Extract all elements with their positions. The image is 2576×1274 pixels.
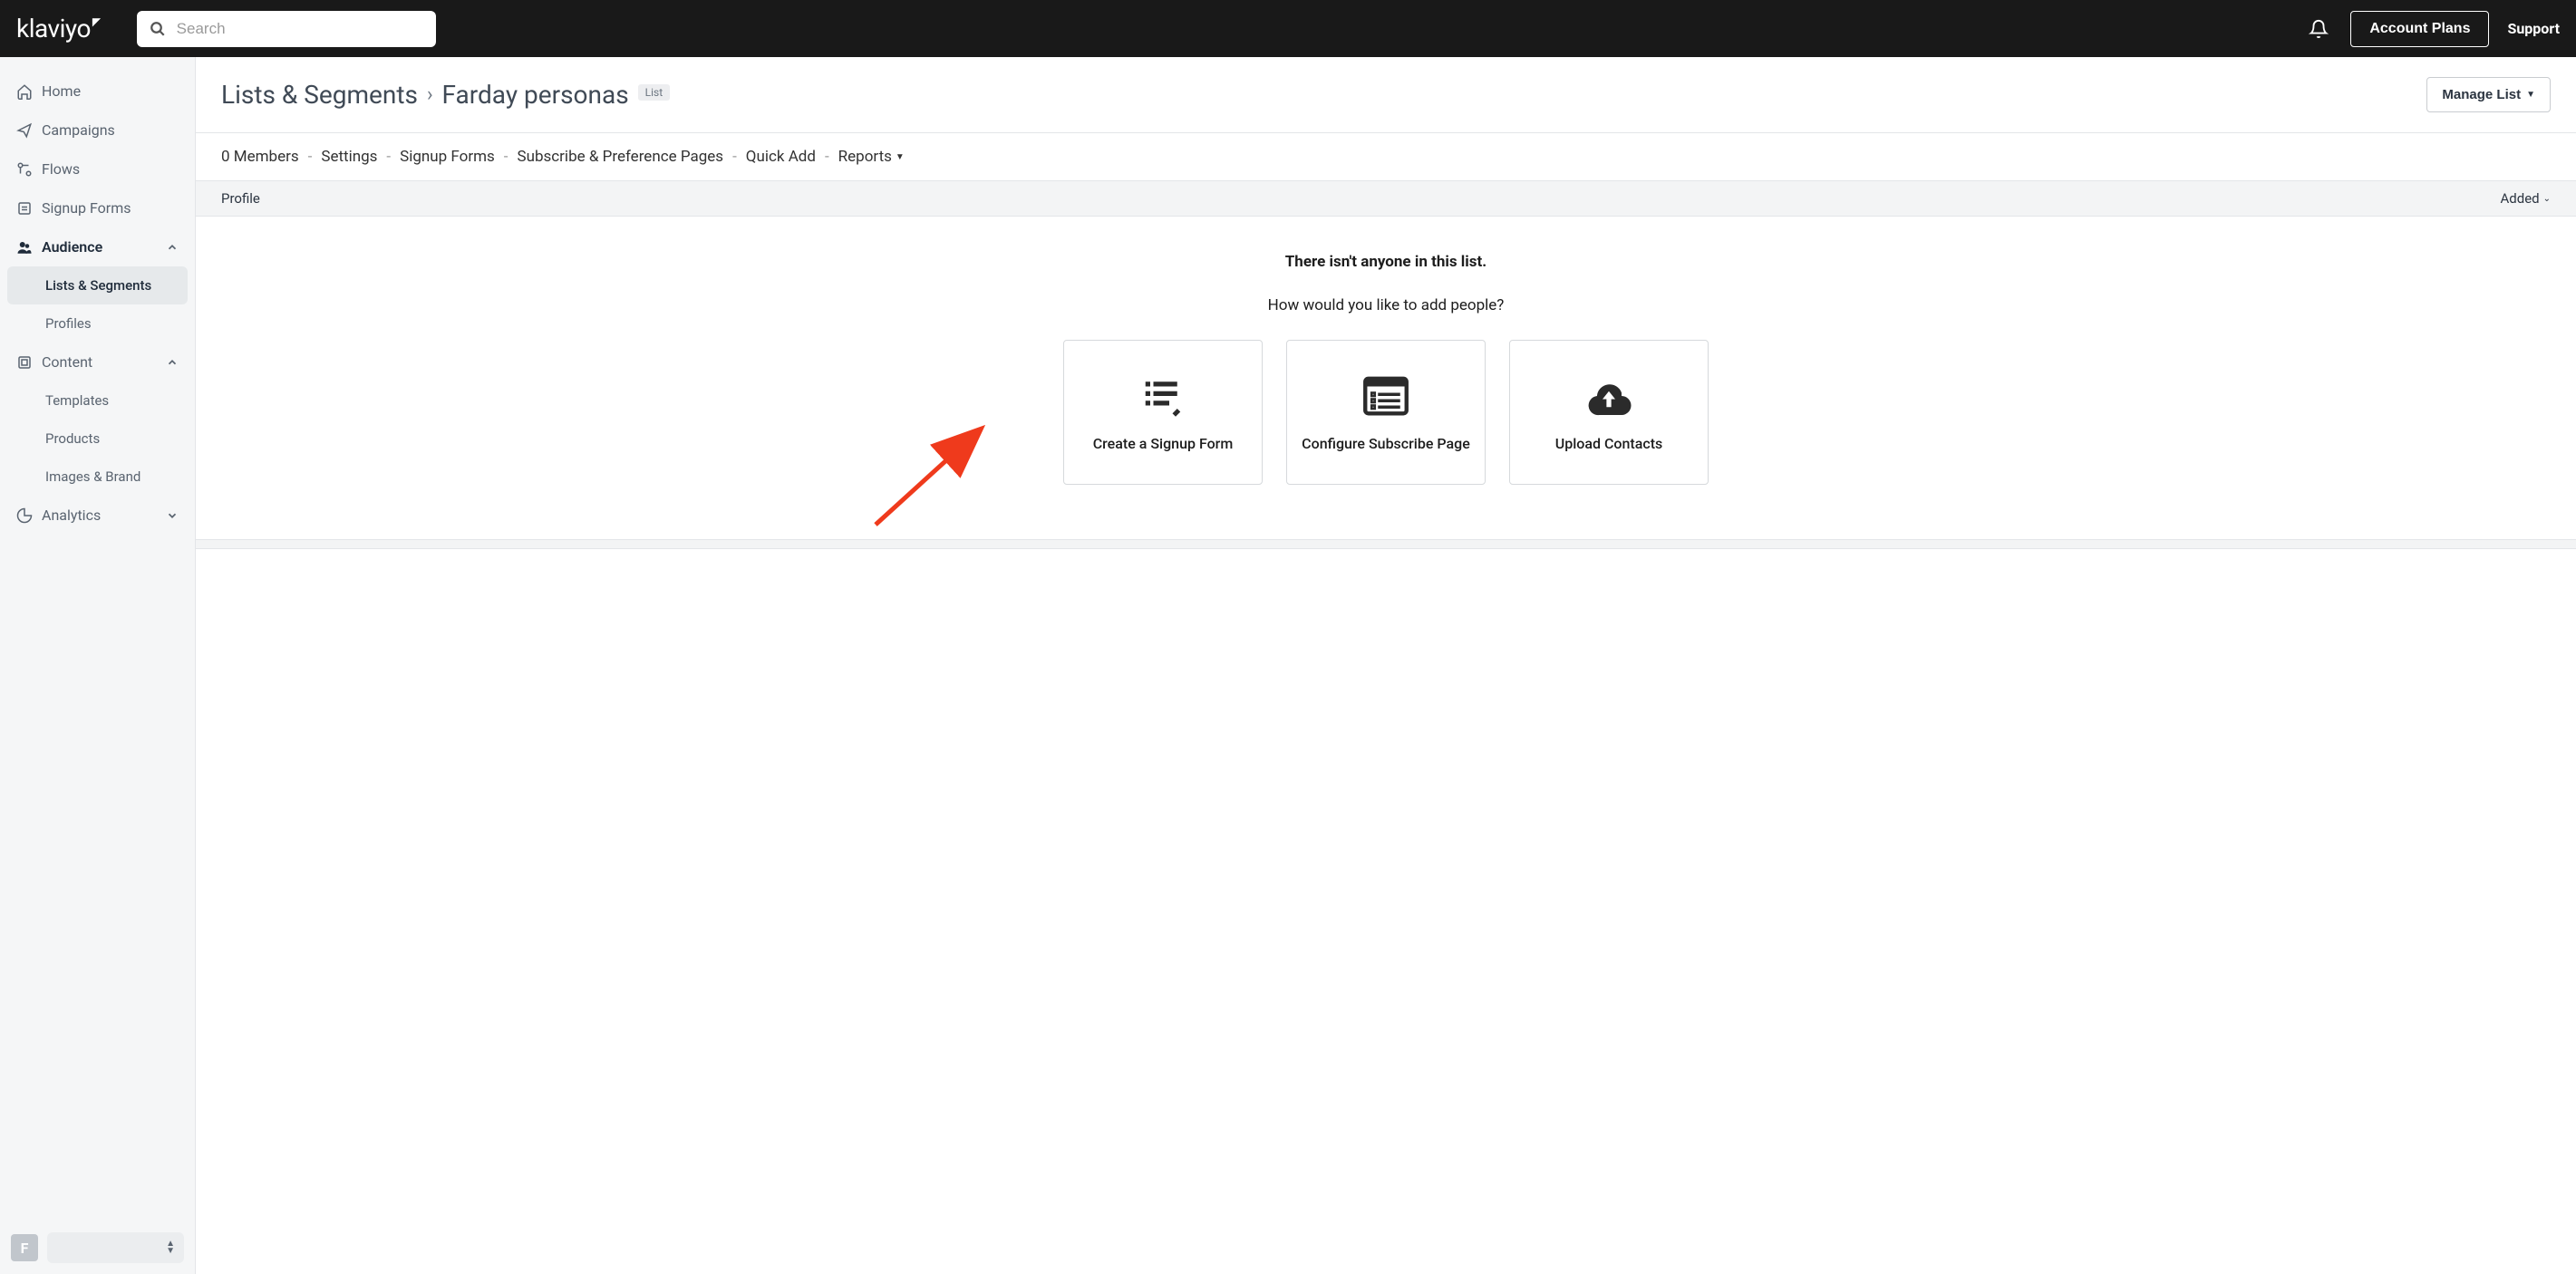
tab-settings[interactable]: Settings [321,148,377,166]
empty-subtitle: How would you like to add people? [196,296,2576,314]
sidebar-item-label: Flows [42,160,80,178]
content-icon [16,354,42,371]
card-create-signup-form[interactable]: Create a Signup Form [1063,340,1263,485]
search-input[interactable] [177,20,423,38]
empty-state: There isn't anyone in this list. How wou… [196,217,2576,540]
breadcrumb: Lists & Segments › Farday personas List [221,80,670,110]
sidebar-item-label: Home [42,82,81,100]
account-picker[interactable]: ▲▼ [47,1232,184,1263]
empty-title: There isn't anyone in this list. [196,253,2576,271]
chevron-down-icon [166,509,179,522]
analytics-icon [16,507,42,524]
section-divider [196,540,2576,549]
manage-list-label: Manage List [2442,87,2521,102]
sidebar-item-label: Audience [42,238,102,256]
search-icon [150,21,166,37]
manage-list-button[interactable]: Manage List ▼ [2426,77,2551,112]
tab-signup-forms[interactable]: Signup Forms [400,148,495,166]
sort-icon: ▲▼ [166,1240,175,1255]
home-icon [16,83,42,100]
support-link[interactable]: Support [2507,20,2560,37]
card-label: Configure Subscribe Page [1302,435,1470,452]
card-label: Upload Contacts [1555,435,1663,452]
breadcrumb-current: Farday personas [442,80,629,110]
chevron-up-icon [166,241,179,254]
column-added-label: Added [2500,190,2539,207]
chevron-up-icon [166,356,179,369]
account-plans-button[interactable]: Account Plans [2350,11,2489,47]
sidebar-item-flows[interactable]: Flows [0,150,195,188]
sidebar-item-audience[interactable]: Audience [0,227,195,266]
sidebar-subitem-products[interactable]: Products [0,420,195,458]
sidebar-item-label: Content [42,353,92,371]
sidebar-subitem-label: Lists & Segments [45,277,151,294]
chevron-right-icon: › [427,83,433,106]
page-header: Lists & Segments › Farday personas List … [196,57,2576,133]
sidebar-item-analytics[interactable]: Analytics [0,496,195,535]
list-subtabs: 0 Members - Settings - Signup Forms - Su… [196,133,2576,180]
list-form-icon [1138,373,1188,419]
card-configure-subscribe-page[interactable]: Configure Subscribe Page [1286,340,1486,485]
sidebar-subitem-lists-segments[interactable]: Lists & Segments [7,266,188,304]
main-content: Lists & Segments › Farday personas List … [196,57,2576,1274]
sidebar-subitem-images-brand[interactable]: Images & Brand [0,458,195,496]
sidebar-item-label: Analytics [42,507,101,524]
send-icon [16,122,42,139]
sidebar-account-switcher[interactable]: F ▲▼ [0,1221,195,1274]
cloud-upload-icon [1583,373,1634,419]
tab-quick-add[interactable]: Quick Add [746,148,816,166]
column-added[interactable]: Added ⌄ [2500,190,2551,207]
tab-reports[interactable]: Reports ▼ [838,148,905,166]
card-label: Create a Signup Form [1093,435,1234,452]
sidebar-subitem-templates[interactable]: Templates [0,381,195,420]
sidebar-item-signup-forms[interactable]: Signup Forms [0,188,195,227]
sidebar: Home Campaigns Flows Signup Forms Audien [0,57,196,1274]
sidebar-subitem-label: Profiles [45,315,92,332]
column-profile: Profile [221,190,260,207]
avatar: F [11,1234,38,1261]
logo[interactable]: klaviyo◤ [16,14,101,43]
sidebar-subitem-label: Images & Brand [45,468,140,485]
sidebar-item-campaigns[interactable]: Campaigns [0,111,195,150]
sidebar-item-label: Signup Forms [42,199,131,217]
caret-down-icon: ▼ [2526,90,2535,100]
sidebar-item-home[interactable]: Home [0,72,195,111]
card-upload-contacts[interactable]: Upload Contacts [1509,340,1709,485]
form-icon [16,200,42,217]
breadcrumb-root[interactable]: Lists & Segments [221,80,418,110]
sidebar-subitem-label: Templates [45,392,109,409]
logo-text: klaviyo [16,14,91,43]
search-wrap[interactable] [137,11,436,47]
table-header: Profile Added ⌄ [196,180,2576,217]
tab-subscribe-pages[interactable]: Subscribe & Preference Pages [517,148,723,166]
tab-members[interactable]: 0 Members [221,148,299,166]
sidebar-item-content[interactable]: Content [0,343,195,381]
audience-icon [16,239,42,256]
browser-page-icon [1361,373,1411,419]
tab-reports-label: Reports [838,148,892,166]
notifications-icon[interactable] [2309,19,2329,39]
sidebar-item-label: Campaigns [42,121,115,139]
list-type-badge: List [638,84,671,101]
topbar: klaviyo◤ Account Plans Support [0,0,2576,57]
sidebar-subitem-profiles[interactable]: Profiles [0,304,195,343]
caret-down-icon: ▼ [896,152,905,162]
flows-icon [16,161,42,178]
sidebar-subitem-label: Products [45,430,100,447]
chevron-down-icon: ⌄ [2543,194,2551,204]
logo-flag-icon: ◤ [92,15,101,28]
